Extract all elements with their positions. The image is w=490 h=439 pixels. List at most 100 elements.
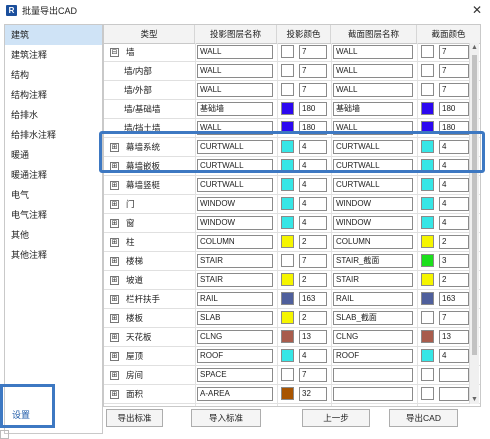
cut-color-index-input[interactable]: 180 <box>439 102 469 116</box>
table-row[interactable]: ⊞ 楼板 SLAB 2 SLAB_截面 7 <box>104 309 480 328</box>
scroll-up-icon[interactable]: ▲ <box>470 43 479 52</box>
projection-layer-input[interactable]: SPACE <box>197 368 273 382</box>
projection-color-swatch[interactable] <box>281 83 294 96</box>
projection-layer-input[interactable]: COLUMN <box>197 235 273 249</box>
cut-color-swatch[interactable] <box>421 387 434 400</box>
table-row[interactable]: ⊞ 面积 A-AREA 32 <box>104 385 480 404</box>
projection-color-index-input[interactable]: 4 <box>299 197 327 211</box>
close-icon[interactable]: ✕ <box>472 3 482 17</box>
projection-layer-input[interactable]: CURTWALL <box>197 178 273 192</box>
projection-color-index-input[interactable]: 7 <box>299 45 327 59</box>
projection-layer-input[interactable]: A-AREA <box>197 387 273 401</box>
projection-color-index-input[interactable]: 180 <box>299 102 327 116</box>
cut-color-index-input[interactable]: 4 <box>439 197 469 211</box>
projection-layer-input[interactable]: RAIL <box>197 292 273 306</box>
projection-color-swatch[interactable] <box>281 273 294 286</box>
projection-color-index-input[interactable]: 7 <box>299 254 327 268</box>
category-item[interactable]: 其他注释 <box>5 245 102 265</box>
category-item[interactable]: 给排水 <box>5 105 102 125</box>
cut-layer-input[interactable] <box>333 368 413 382</box>
cut-layer-input[interactable]: CLNG <box>333 330 413 344</box>
cut-color-index-input[interactable]: 163 <box>439 292 469 306</box>
export-cad-button[interactable]: 导出CAD <box>389 409 458 427</box>
projection-color-swatch[interactable] <box>281 216 294 229</box>
projection-color-index-input[interactable]: 7 <box>299 368 327 382</box>
category-item[interactable]: 电气注释 <box>5 205 102 225</box>
cut-layer-input[interactable]: WALL <box>333 64 413 78</box>
scroll-thumb[interactable] <box>472 55 477 355</box>
cut-color-index-input[interactable]: 4 <box>439 349 469 363</box>
cut-color-swatch[interactable] <box>421 197 434 210</box>
cut-color-index-input[interactable]: 4 <box>439 178 469 192</box>
cut-color-swatch[interactable] <box>421 330 434 343</box>
projection-color-swatch[interactable] <box>281 45 294 58</box>
expand-toggle-icon[interactable]: ⊞ <box>110 200 119 209</box>
cut-layer-input[interactable]: 基础墙 <box>333 102 413 116</box>
cut-color-swatch[interactable] <box>421 254 434 267</box>
cut-layer-input[interactable]: RAIL <box>333 292 413 306</box>
table-row[interactable]: ⊟ 墙 WALL 7 WALL 7 <box>104 43 480 62</box>
cut-color-swatch[interactable] <box>421 64 434 77</box>
projection-color-swatch[interactable] <box>281 102 294 115</box>
category-item[interactable]: 建筑注释 <box>5 45 102 65</box>
projection-color-swatch[interactable] <box>281 311 294 324</box>
table-row[interactable]: ⊞ 幕墙竖梃 CURTWALL 4 CURTWALL 4 <box>104 176 480 195</box>
projection-color-swatch[interactable] <box>281 292 294 305</box>
category-item[interactable]: 结构注释 <box>5 85 102 105</box>
cut-color-swatch[interactable] <box>421 368 434 381</box>
cut-color-swatch[interactable] <box>421 311 434 324</box>
cut-color-index-input[interactable]: 4 <box>439 216 469 230</box>
cut-layer-input[interactable] <box>333 387 413 401</box>
projection-color-swatch[interactable] <box>281 349 294 362</box>
expand-toggle-icon[interactable]: ⊞ <box>110 333 119 342</box>
projection-color-index-input[interactable]: 4 <box>299 216 327 230</box>
cut-layer-input[interactable]: SLAB_截面 <box>333 311 413 325</box>
cut-color-swatch[interactable] <box>421 273 434 286</box>
table-row[interactable]: ⊞ 门 WINDOW 4 WINDOW 4 <box>104 195 480 214</box>
category-item[interactable]: 暖通 <box>5 145 102 165</box>
cut-layer-input[interactable]: CURTWALL <box>333 178 413 192</box>
projection-color-swatch[interactable] <box>281 254 294 267</box>
cut-color-swatch[interactable] <box>421 292 434 305</box>
expand-toggle-icon[interactable]: ⊞ <box>110 371 119 380</box>
previous-step-button[interactable]: 上一步 <box>302 409 370 427</box>
projection-color-swatch[interactable] <box>281 197 294 210</box>
projection-color-swatch[interactable] <box>281 368 294 381</box>
cut-layer-input[interactable]: ROOF <box>333 349 413 363</box>
table-row[interactable]: ⊞ 柱 COLUMN 2 COLUMN 2 <box>104 233 480 252</box>
category-item[interactable]: 电气 <box>5 185 102 205</box>
cut-color-index-input[interactable]: 7 <box>439 83 469 97</box>
expand-toggle-icon[interactable]: ⊞ <box>110 295 119 304</box>
cut-color-swatch[interactable] <box>421 45 434 58</box>
cut-layer-input[interactable]: STAIR_截面 <box>333 254 413 268</box>
category-item[interactable]: 给排水注释 <box>5 125 102 145</box>
projection-color-index-input[interactable]: 7 <box>299 64 327 78</box>
projection-layer-input[interactable]: WINDOW <box>197 216 273 230</box>
cut-color-swatch[interactable] <box>421 216 434 229</box>
cut-color-index-input[interactable]: 2 <box>439 273 469 287</box>
expand-toggle-icon[interactable]: ⊟ <box>110 48 119 57</box>
import-standard-button[interactable]: 导入标准 <box>191 409 261 427</box>
cut-layer-input[interactable]: COLUMN <box>333 235 413 249</box>
table-row[interactable]: ⊞ 栏杆扶手 RAIL 163 RAIL 163 <box>104 290 480 309</box>
cut-color-index-input[interactable]: 3 <box>439 254 469 268</box>
cut-color-index-input[interactable]: 2 <box>439 235 469 249</box>
cut-color-swatch[interactable] <box>421 83 434 96</box>
projection-layer-input[interactable]: CLNG <box>197 330 273 344</box>
expand-toggle-icon[interactable]: ⊞ <box>110 219 119 228</box>
projection-layer-input[interactable]: SLAB <box>197 311 273 325</box>
cut-layer-input[interactable]: WALL <box>333 45 413 59</box>
cut-color-swatch[interactable] <box>421 349 434 362</box>
cut-color-index-input[interactable]: 7 <box>439 45 469 59</box>
projection-color-index-input[interactable]: 4 <box>299 178 327 192</box>
expand-toggle-icon[interactable]: ⊞ <box>110 390 119 399</box>
table-row[interactable]: ⊞ 屋顶 ROOF 4 ROOF 4 <box>104 347 480 366</box>
projection-color-index-input[interactable]: 13 <box>299 330 327 344</box>
cut-layer-input[interactable]: WINDOW <box>333 197 413 211</box>
projection-color-index-input[interactable]: 32 <box>299 387 327 401</box>
table-row[interactable]: ⊞ 坡道 STAIR 2 STAIR 2 <box>104 271 480 290</box>
table-row[interactable]: 墙/内部 WALL 7 WALL 7 <box>104 62 480 81</box>
projection-color-index-input[interactable]: 2 <box>299 311 327 325</box>
cut-color-swatch[interactable] <box>421 102 434 115</box>
settings-link[interactable]: 设置 <box>12 408 30 421</box>
